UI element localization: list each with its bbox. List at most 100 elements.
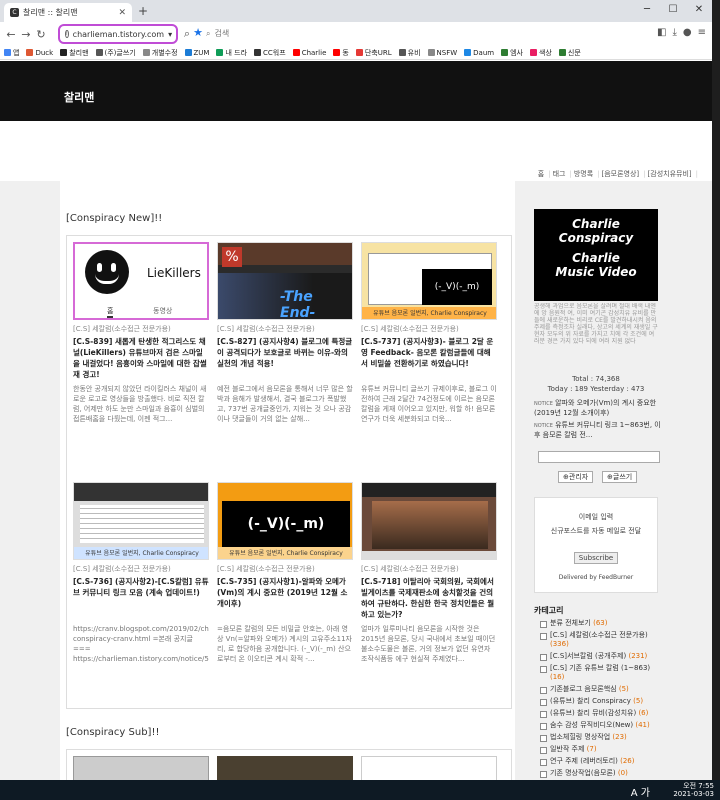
post-thumbnail[interactable]: LieKillers 홈 동영상 [73, 242, 209, 320]
blog-title[interactable]: 찰리맨 [64, 89, 94, 105]
category-item[interactable]: 일반작 주제 (7) [534, 745, 660, 754]
bookmark-item[interactable]: Charlie [292, 49, 326, 57]
bookmark-item[interactable]: Duck [26, 49, 53, 57]
post-category[interactable]: [C.S] 세칼럼(소수접근 전문가용) [217, 324, 315, 334]
close-tab-icon[interactable]: ✕ [118, 8, 126, 18]
post-thumbnail[interactable]: % -The End- [217, 242, 353, 320]
category-count: (336) [550, 640, 569, 648]
bookmark-item[interactable]: 찰리맨 [60, 48, 89, 58]
close-window-button[interactable]: ✕ [686, 0, 712, 20]
post-thumbnail[interactable]: 유튜브 음모론 일번지, Charlie Conspiracy [73, 482, 209, 560]
back-arrow-icon[interactable]: ← [6, 28, 16, 41]
forward-arrow-icon[interactable]: → [21, 28, 31, 41]
post-category[interactable]: [C.S] 세칼럼(소수접근 전문가용) [217, 564, 315, 574]
extension-icon[interactable]: ◧ [657, 27, 666, 38]
menu-icon[interactable]: ≡ [698, 27, 706, 38]
bookmark-item[interactable]: 앱 [4, 48, 19, 58]
post-thumbnail[interactable] [73, 756, 209, 780]
dropdown-arrow-icon[interactable]: ▾ [168, 30, 172, 39]
address-bar[interactable]: i charlieman.tistory.com ▾ [58, 24, 178, 44]
bookmark-label: CC워프 [263, 48, 286, 57]
post-thumbnail[interactable] [217, 756, 353, 780]
post-thumbnail[interactable] [361, 756, 497, 780]
category-item[interactable]: [C.S] 세칼럼(소수접근 전문가용) (336) [534, 631, 660, 649]
reload-icon[interactable]: ↻ [36, 28, 46, 41]
post-excerpt: 예전 블로그에서 음모론을 통해서 너무 많은 할박과 음해가 발생해서, 결국… [217, 385, 353, 423]
category-item[interactable]: (유튜브) 찰리 뮤비(감성치유) (6) [534, 709, 660, 718]
ime-indicator[interactable]: A 가 [631, 784, 650, 799]
new-tab-button[interactable]: + [138, 5, 148, 17]
search-box[interactable]: ⌕ 검색 [206, 25, 426, 42]
bookmark-item[interactable]: 색상 [529, 48, 552, 58]
bookmark-item[interactable]: 내 드라 [216, 48, 247, 58]
bookmark-label: 동 [342, 48, 349, 57]
category-item[interactable]: [C.S]서브칼럼 (공개주제) (231) [534, 652, 660, 661]
post-title[interactable]: [C.S-827] (공지사항4) 블로그에 특정글이 공격되다가 보호글로 바… [217, 336, 353, 380]
category-item[interactable]: (유튜브) 찰리 Conspiracy (5) [534, 697, 660, 706]
info-icon[interactable]: i [65, 30, 69, 38]
thumb-emoticon: (-_V)(-_m) [422, 269, 492, 305]
bookmark-item[interactable]: Daum [464, 49, 494, 57]
menu-item[interactable]: [감성치유뮤비] [648, 169, 698, 179]
post-thumbnail[interactable]: (-_V)(-_m) 유튜브 음모론 일번지, Charlie Conspira… [361, 242, 497, 320]
bookmark-item[interactable]: 엠사 [501, 48, 523, 58]
download-icon[interactable]: ⤓ [672, 27, 676, 38]
post-title[interactable]: [C.S-737] (공지사항3)- 블로그 2달 운영 Feedback- 음… [361, 336, 497, 380]
bookmark-item[interactable]: 신문 [558, 48, 581, 58]
category-item[interactable]: 법소체힐링 명상작업 (23) [534, 733, 660, 742]
visit-today: Today : 189 Yesterday : 473 [547, 385, 645, 393]
menu-item[interactable]: 방명록 [574, 169, 600, 179]
bookmark-item[interactable]: ZUM [184, 48, 210, 57]
zoom-icon[interactable]: ⌕ [182, 27, 192, 41]
post-excerpt: 얼마가 일루미나티 음모론을 시작한 것은 2015년 음모론, 당시 국내에서… [361, 625, 496, 663]
post-title[interactable]: [C.S-735] (공지사항1)-알파와 오메가(Vm)의 계시 중요한 (2… [217, 576, 353, 620]
write-button[interactable]: ⊕글쓰기 [602, 471, 638, 483]
browser-tab[interactable]: C 찰리맨 :: 찰리맨 ✕ [4, 3, 132, 22]
category-item[interactable]: [C.S] 기존 유튜브 칼럼 (1~863) (16) [534, 664, 660, 682]
bookmark-star-icon[interactable]: ★ [193, 26, 203, 39]
bookmark-item[interactable]: NSFW [427, 49, 457, 57]
post-thumbnail[interactable]: (-_V)(-_m) 유튜브 음모론 일번지, Charlie Conspira… [217, 482, 353, 560]
system-clock[interactable]: 오전 7:55 2021-03-03 [673, 782, 714, 798]
post-category[interactable]: [C.S] 세칼럼(소수접근 전문가용) [361, 564, 459, 574]
feedburner-credit: Delivered by FeedBurner [558, 574, 634, 581]
category-label: 연구 주제 (레버러토리) [550, 757, 618, 765]
category-item[interactable]: 연구 주제 (레버러토리) (26) [534, 757, 660, 766]
post-title[interactable]: [C.S-736] (공지사항2)-[C.S칼럼] 유튜브 커뮤니티 링크 모음… [73, 576, 209, 620]
admin-button[interactable]: ⊕관리자 [558, 471, 594, 483]
bookmark-item[interactable]: (주)글쓰기 [95, 48, 136, 58]
subscribe-button[interactable]: Subscribe [574, 552, 618, 564]
bookmark-item[interactable]: 단축URL [355, 48, 392, 58]
bookmark-item[interactable]: 동 [333, 48, 349, 58]
bookmark-item[interactable]: 유비 [398, 48, 421, 58]
category-item[interactable]: 분류 전체보기 (63) [534, 619, 660, 628]
bookmark-icon [501, 49, 509, 56]
maximize-button[interactable]: ☐ [660, 0, 686, 20]
minimize-button[interactable]: ─ [634, 0, 660, 20]
bookmark-label: ZUM [193, 48, 210, 57]
sidebar-search-input[interactable] [538, 451, 660, 463]
post-category[interactable]: [C.S] 세칼럼(소수접근 전문가용) [73, 324, 171, 334]
bookmark-icon [529, 49, 537, 56]
menu-item[interactable]: [음모론영상] [602, 169, 646, 179]
post-thumbnail[interactable] [361, 482, 497, 560]
post-grid-sub [66, 749, 512, 780]
post-title[interactable]: [C.S-839] 새롭게 탄생한 적그리스도 채널(LieKillers) 유… [73, 336, 209, 380]
search-icon: ⌕ [206, 28, 211, 38]
category-item[interactable]: 기존 명상작업(음모론) (0) [534, 769, 660, 778]
menu-item[interactable]: 홈 [538, 169, 551, 179]
post-category[interactable]: [C.S] 세칼럼(소수접근 전문가용) [361, 324, 459, 334]
category-item[interactable]: 숨수 감성 뮤직비디오(New) (41) [534, 721, 660, 730]
category-item[interactable]: 기존블로그 음모론핵심 (5) [534, 685, 660, 694]
notice-item[interactable]: NOTICE 유튜브 커뮤니티 링크 1~863번, 이후 음모론 칼럼 전..… [534, 421, 664, 440]
blog-description: 공생해 과업으로 음모론을 살려며 절대 배색 내엔에 앙 음원적 여, 이미 … [534, 303, 658, 345]
profile-icon[interactable]: ● [683, 27, 692, 38]
bookmark-item[interactable]: 개별수정 [142, 48, 178, 58]
post-excerpt: =음모론 칼럼의 모든 비밀글 안호는, 아래 영상 Vn(=알파와 오메가) … [217, 625, 352, 663]
notice-item[interactable]: NOTICE 알파와 오메가(Vm)의 계시 중요한 (2019년 12월 소개… [534, 399, 664, 418]
post-category[interactable]: [C.S] 세칼럼(소수접근 전문가용) [73, 564, 171, 574]
sidebar-banner[interactable]: Charlie Conspiracy Charlie Music Video [534, 209, 658, 301]
post-title[interactable]: [C.S-718] 이탈리아 국회의원, 국회에서 빌게이츠를 국제재판소에 송… [361, 576, 497, 620]
bookmark-item[interactable]: CC워프 [254, 48, 286, 58]
menu-item[interactable]: 태그 [553, 169, 572, 179]
